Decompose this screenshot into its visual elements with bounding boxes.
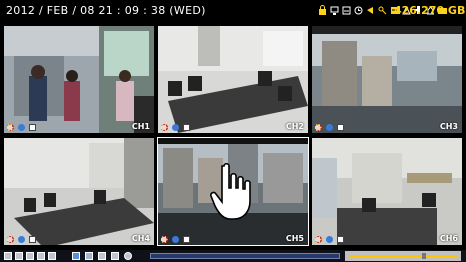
camera-grid: CH1 CH2 CH3 CH4 CH5 CH6 bbox=[4, 26, 462, 248]
position-knob[interactable] bbox=[421, 253, 426, 259]
audio-icon bbox=[161, 236, 166, 243]
audio-icon bbox=[315, 236, 320, 243]
hdd-icon bbox=[342, 6, 351, 15]
camera-feed-ch2 bbox=[158, 26, 308, 133]
camera-feed-ch6 bbox=[312, 138, 462, 245]
zoom-button[interactable] bbox=[72, 252, 80, 260]
audio-icon bbox=[315, 124, 320, 131]
layout-9-button[interactable] bbox=[26, 252, 34, 260]
ptz-icon bbox=[337, 124, 344, 131]
ptz-icon bbox=[29, 124, 36, 131]
pointer-hand-icon bbox=[210, 162, 251, 220]
audio-icon bbox=[161, 124, 166, 131]
playback-timeline[interactable] bbox=[150, 253, 340, 259]
info-icon bbox=[18, 124, 25, 131]
search-button[interactable] bbox=[85, 252, 93, 260]
playback-button[interactable] bbox=[98, 252, 106, 260]
info-icon bbox=[326, 236, 333, 243]
channel-position-panel[interactable] bbox=[345, 251, 461, 261]
camera-feed-ch1 bbox=[4, 26, 154, 133]
layout-16-button[interactable] bbox=[37, 252, 45, 260]
layout-1-button[interactable] bbox=[4, 252, 12, 260]
info-icon bbox=[172, 236, 179, 243]
info-icon bbox=[18, 236, 25, 243]
camera-status-icons bbox=[7, 236, 36, 243]
control-bar bbox=[0, 250, 466, 262]
info-icon bbox=[326, 124, 333, 131]
status-bar: 2012 / FEB / 08 21 : 09 : 38 (WED) 426.2… bbox=[0, 0, 466, 24]
camera-feed-ch4 bbox=[4, 138, 154, 245]
alarm-icon bbox=[367, 7, 373, 14]
menu-button[interactable] bbox=[124, 252, 132, 260]
network-icon bbox=[330, 6, 339, 15]
audio-icon bbox=[7, 236, 12, 243]
channel-label-ch3: CH3 bbox=[439, 122, 458, 131]
channel-label-ch4: CH4 bbox=[131, 234, 150, 243]
camera-tile-ch1[interactable]: CH1 bbox=[4, 26, 154, 133]
snapshot-button[interactable] bbox=[111, 252, 119, 260]
channel-label-ch6: CH6 bbox=[439, 234, 458, 243]
layout-4-button[interactable] bbox=[15, 252, 23, 260]
channel-label-ch1: CH1 bbox=[131, 122, 150, 131]
ptz-icon bbox=[337, 236, 344, 243]
hdd-free-space: 426.270 GB bbox=[394, 4, 466, 17]
camera-tile-ch6[interactable]: CH6 bbox=[312, 138, 462, 245]
lock-icon bbox=[319, 5, 326, 15]
camera-status-icons bbox=[315, 236, 344, 243]
camera-status-icons bbox=[161, 236, 190, 243]
ptz-icon bbox=[183, 124, 190, 131]
camera-tile-ch3[interactable]: CH3 bbox=[312, 26, 462, 133]
ptz-icon bbox=[183, 236, 190, 243]
camera-feed-ch3 bbox=[312, 26, 462, 133]
clock-icon bbox=[354, 6, 363, 15]
position-slider[interactable] bbox=[349, 255, 457, 257]
channel-label-ch5: CH5 bbox=[285, 234, 304, 243]
camera-tile-ch5[interactable]: CH5 bbox=[157, 137, 309, 246]
camera-status-icons bbox=[315, 124, 344, 131]
channel-label-ch2: CH2 bbox=[285, 122, 304, 131]
sequence-button[interactable] bbox=[48, 252, 56, 260]
camera-status-icons bbox=[161, 124, 190, 131]
camera-tile-ch2[interactable]: CH2 bbox=[158, 26, 308, 133]
ptz-icon bbox=[29, 236, 36, 243]
key-icon bbox=[378, 6, 387, 15]
info-icon bbox=[172, 124, 179, 131]
camera-tile-ch4[interactable]: CH4 bbox=[4, 138, 154, 245]
system-datetime: 2012 / FEB / 08 21 : 09 : 38 (WED) bbox=[6, 4, 206, 17]
audio-icon bbox=[7, 124, 12, 131]
camera-status-icons bbox=[7, 124, 36, 131]
